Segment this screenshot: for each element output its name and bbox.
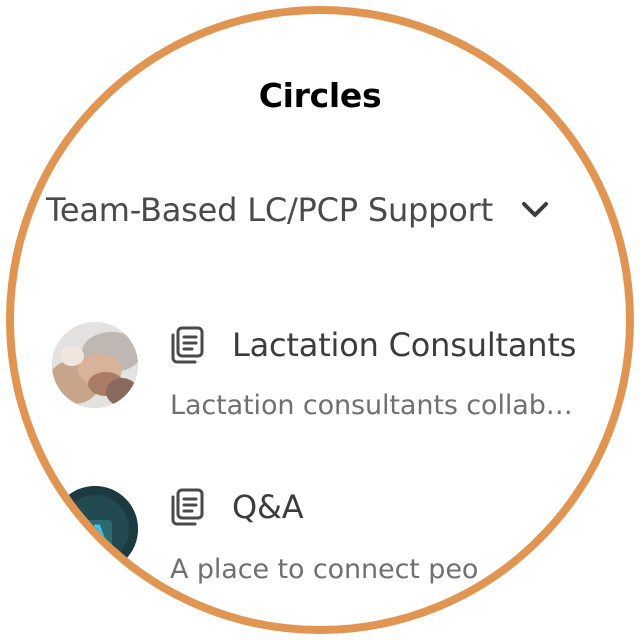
circle-group-dropdown[interactable]: Team-Based LC/PCP Support xyxy=(46,186,606,234)
page-title: Circles xyxy=(258,76,382,115)
circle-description: Lactation consultants collab… xyxy=(170,390,573,421)
document-stack-icon xyxy=(166,324,210,368)
circle-group-selected-label: Team-Based LC/PCP Support xyxy=(46,191,493,229)
avatar-letter: A xyxy=(88,520,107,548)
circle-name: Lactation Consultants xyxy=(232,326,577,364)
list-item-lactation-consultants[interactable]: Lactation Consultants Lactation consulta… xyxy=(14,314,626,434)
avatar xyxy=(52,322,138,408)
document-stack-icon xyxy=(166,486,210,530)
chevron-down-icon[interactable] xyxy=(519,194,551,226)
circle-name: Q&A xyxy=(232,488,304,526)
avatar: A xyxy=(52,486,138,572)
zoomed-screenshot: Circles Team-Based LC/PCP Support Lactat… xyxy=(0,0,640,640)
circle-description: A place to connect peo xyxy=(170,554,479,585)
list-item-qa[interactable]: A Q&A A place to connect peo xyxy=(14,476,626,606)
zoom-circle-frame: Circles Team-Based LC/PCP Support Lactat… xyxy=(6,6,634,634)
